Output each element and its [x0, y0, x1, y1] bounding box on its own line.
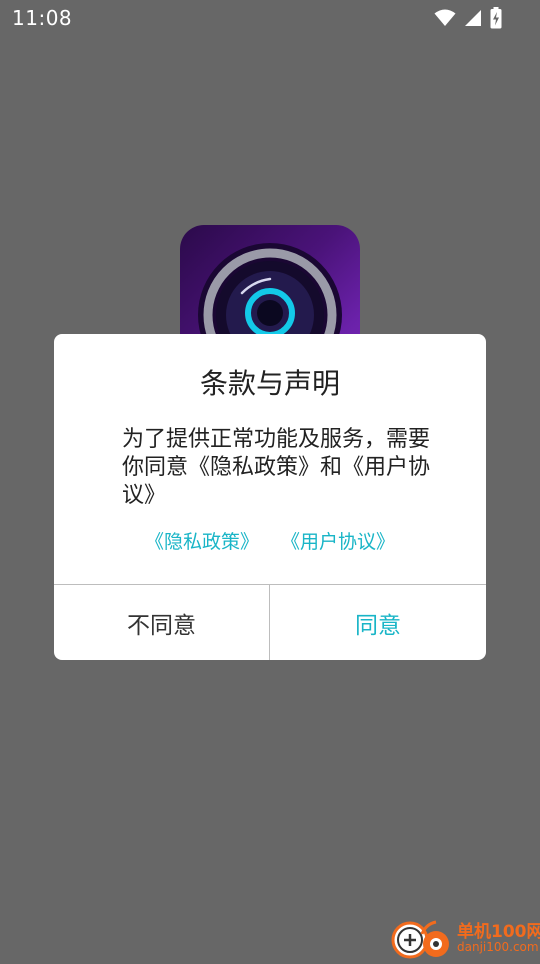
- watermark: 单机100网 danji100.com: [390, 914, 540, 960]
- status-icons: [434, 7, 502, 29]
- watermark-name: 单机100网: [457, 922, 540, 942]
- dialog-title: 条款与声明: [199, 367, 340, 400]
- status-bar: 11:08: [0, 0, 540, 36]
- watermark-logo-icon: [390, 914, 456, 964]
- cellular-signal-icon: [464, 9, 482, 27]
- policy-links: 《隐私政策》 《用户协议》: [54, 527, 486, 554]
- battery-charging-icon: [490, 7, 502, 29]
- watermark-url: danji100.com: [457, 940, 539, 954]
- wifi-icon: [434, 9, 456, 27]
- status-time: 11:08: [12, 6, 73, 30]
- disagree-button[interactable]: 不同意: [54, 585, 269, 660]
- privacy-policy-link[interactable]: 《隐私政策》: [145, 527, 259, 554]
- user-agreement-link[interactable]: 《用户协议》: [281, 527, 395, 554]
- dialog-message: 为了提供正常功能及服务，需要你同意《隐私政策》和《用户协议》: [122, 427, 431, 508]
- agree-button[interactable]: 同意: [270, 585, 486, 660]
- terms-dialog: 条款与声明 为了提供正常功能及服务，需要你同意《隐私政策》和《用户协议》 《隐私…: [54, 334, 486, 660]
